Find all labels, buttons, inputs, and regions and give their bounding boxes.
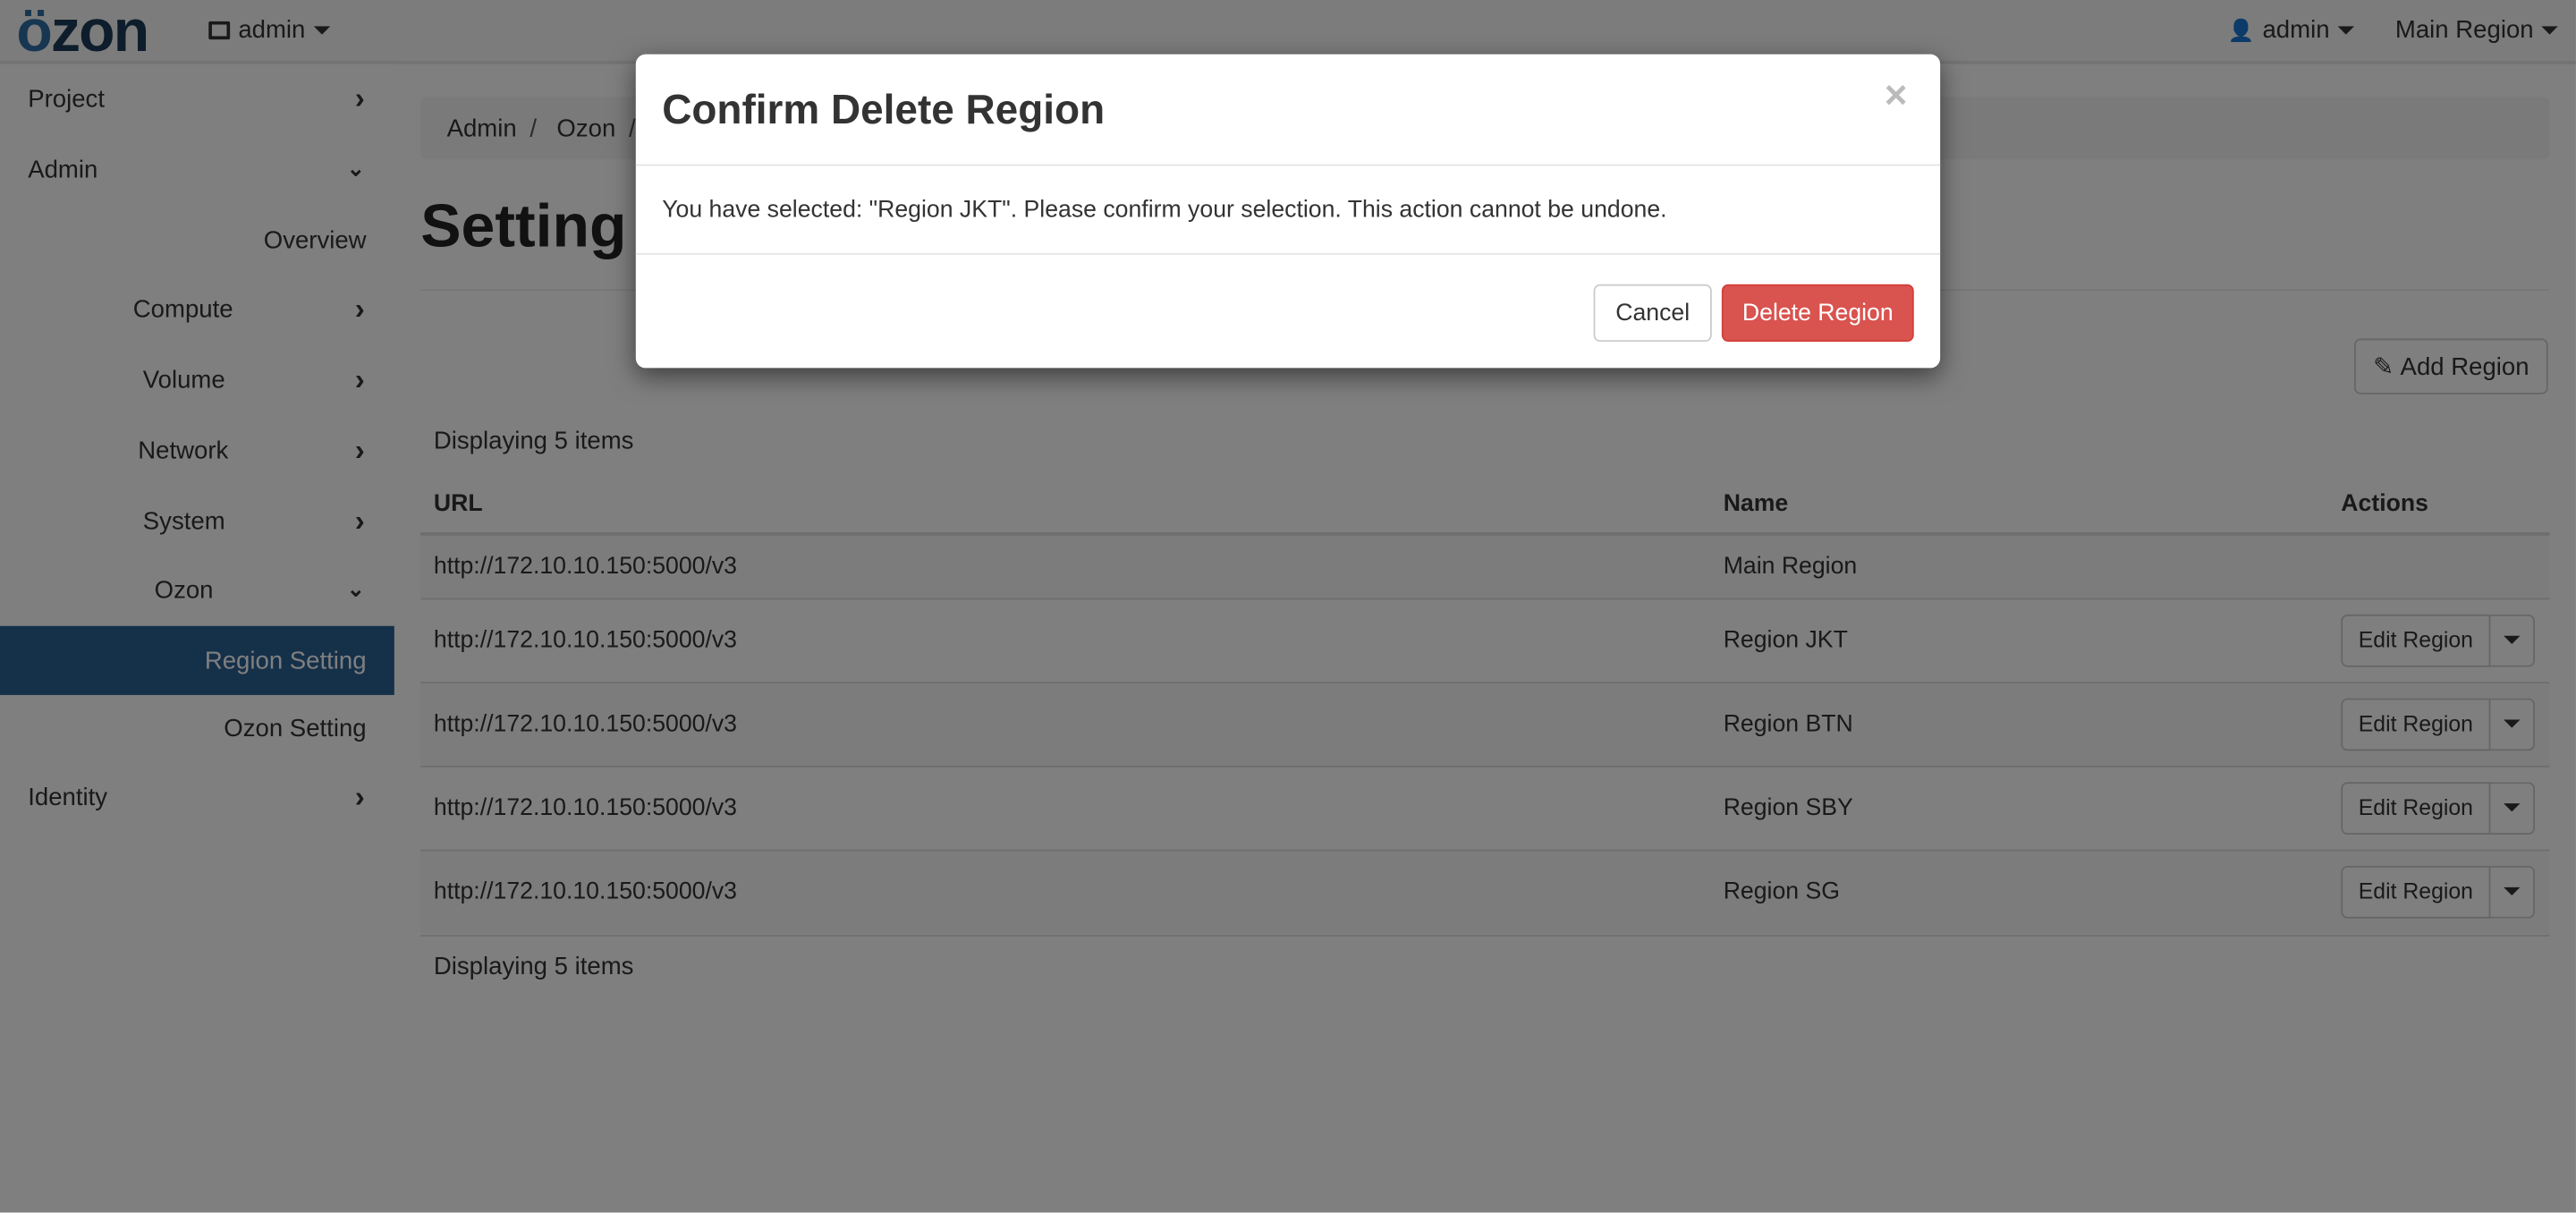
confirm-delete-modal: Confirm Delete Region × You have selecte… (635, 54, 1941, 369)
modal-title: Confirm Delete Region (662, 87, 1106, 133)
delete-region-button[interactable]: Delete Region (1721, 284, 1914, 343)
close-icon[interactable]: × (1885, 74, 1908, 120)
modal-message: You have selected: "Region JKT". Please … (635, 167, 1941, 255)
modal-header: Confirm Delete Region × (635, 55, 1941, 166)
cancel-button[interactable]: Cancel (1593, 284, 1712, 343)
